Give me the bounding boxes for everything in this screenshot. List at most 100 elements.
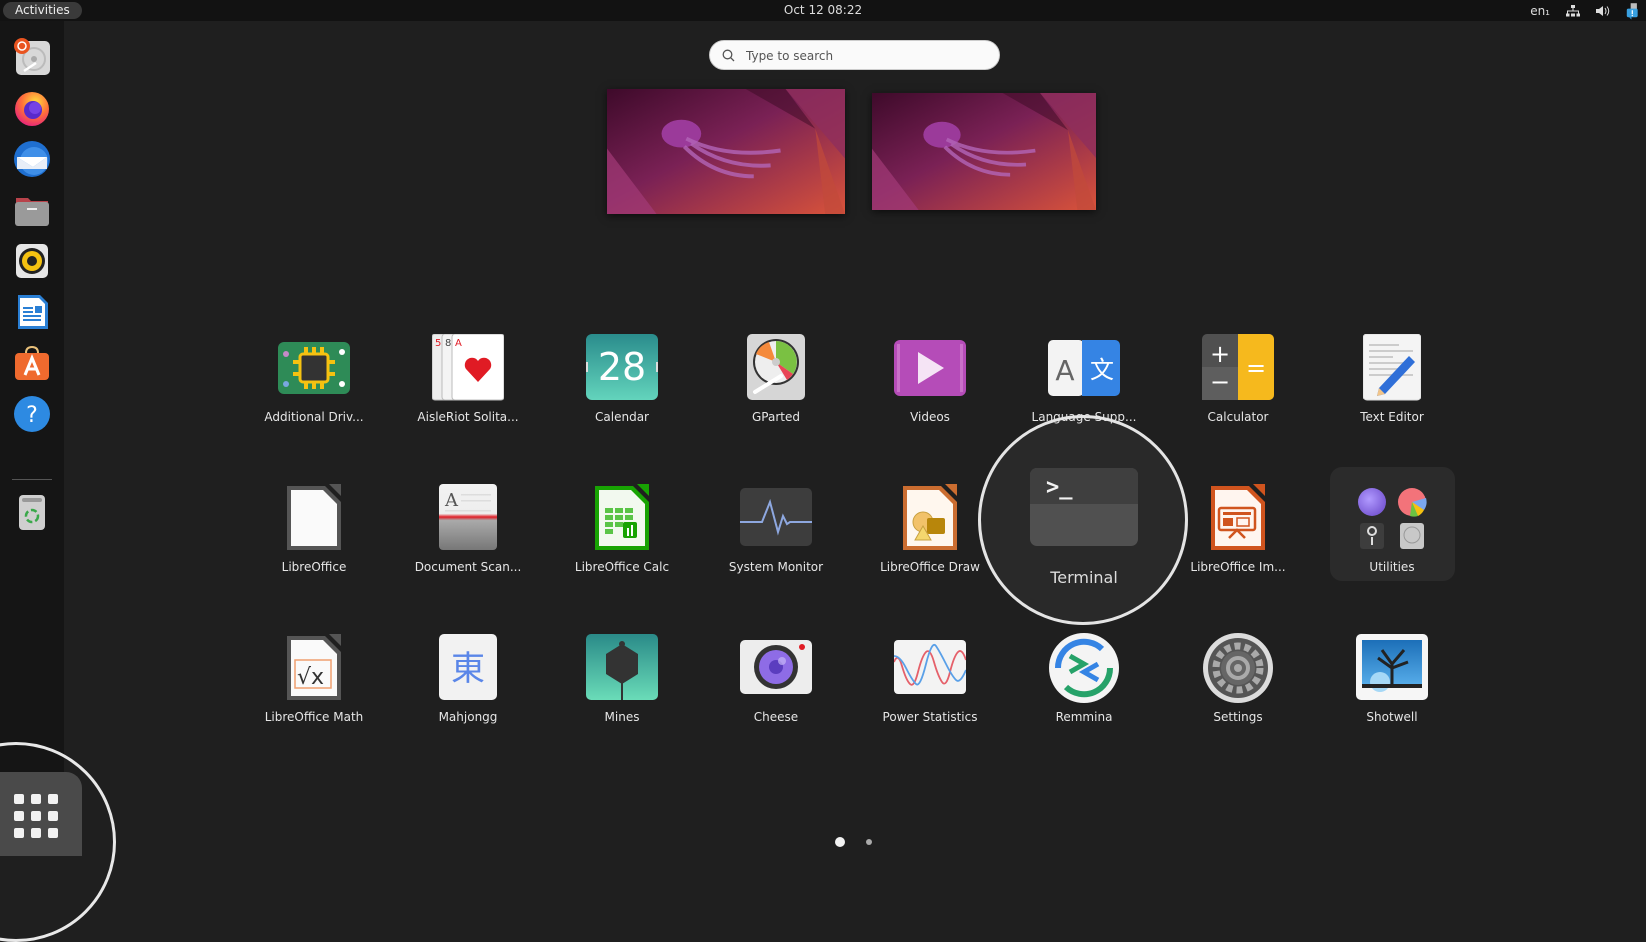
dock-item-firefox[interactable]: [11, 87, 53, 129]
app-calendar[interactable]: 28 Calendar: [552, 324, 692, 428]
app-label: Mahjongg: [438, 710, 498, 724]
svg-text:+: +: [1210, 340, 1230, 368]
svg-text:?: ?: [26, 403, 38, 428]
page-indicator-2[interactable]: [866, 839, 872, 845]
mines-icon: [586, 634, 658, 700]
app-label: Shotwell: [1366, 710, 1418, 724]
svg-text:√x: √x: [297, 665, 324, 690]
show-applications-button[interactable]: [0, 772, 82, 856]
svg-text:A: A: [455, 338, 462, 349]
app-icon-container: [894, 482, 966, 554]
math-icon: √x: [287, 634, 341, 700]
search-input[interactable]: [744, 41, 988, 71]
dock-item-installer[interactable]: [11, 36, 53, 78]
app-label: AisleRiot Solita...: [417, 410, 519, 424]
app-label: GParted: [752, 410, 800, 424]
software-icon: [15, 345, 49, 380]
volume-icon[interactable]: [1596, 4, 1610, 18]
app-icon-container: [740, 332, 812, 404]
gparted-icon: [747, 334, 805, 400]
app-system-monitor[interactable]: System Monitor: [706, 474, 846, 578]
app-remmina[interactable]: Remmina: [1014, 624, 1154, 728]
mahjongg-icon: 東: [439, 634, 497, 700]
clock-area: Oct 12 08:22: [0, 0, 1646, 20]
app-label: LibreOffice Math: [264, 710, 364, 724]
app-settings[interactable]: Settings: [1168, 624, 1308, 728]
app-icon-container: [278, 332, 350, 404]
app-power-statistics[interactable]: Power Statistics: [860, 624, 1000, 728]
dock-item-files[interactable]: [11, 189, 53, 231]
network-icon[interactable]: [1566, 4, 1580, 18]
wallpaper-jellyfish-icon: [607, 89, 845, 214]
dock-item-trash[interactable]: [11, 491, 53, 533]
search-box[interactable]: [709, 40, 1000, 71]
dock-item-help[interactable]: ?: [11, 393, 53, 435]
remmina-icon: [1049, 633, 1119, 703]
app-icon-container: A文: [1048, 332, 1120, 404]
page-indicator-1[interactable]: [835, 837, 845, 847]
app-icon-container: >_: [1029, 468, 1139, 548]
help-icon: ?: [14, 396, 50, 432]
app-label: Text Editor: [1360, 410, 1424, 424]
app-icon-container: [740, 632, 812, 704]
app-libreoffice-math[interactable]: √x LibreOffice Math: [244, 624, 384, 728]
chip-icon: [278, 342, 350, 394]
app-icon-container: √x: [278, 632, 350, 704]
app-label: LibreOffice Calc: [574, 560, 670, 574]
system-tray[interactable]: en₁: [1530, 0, 1640, 21]
workspace-thumbnail-1[interactable]: [607, 89, 845, 214]
scanner-icon: A: [439, 484, 497, 550]
app-terminal[interactable]: >_ Terminal: [1014, 460, 1154, 587]
keyboard-layout-indicator[interactable]: en₁: [1530, 4, 1550, 18]
libreoffice-icon: [287, 484, 341, 550]
app-libreoffice-calc[interactable]: LibreOffice Calc: [552, 474, 692, 578]
app-text-editor[interactable]: Text Editor: [1322, 324, 1462, 428]
activities-button[interactable]: Activities: [3, 2, 82, 19]
app-libreoffice-draw[interactable]: LibreOffice Draw: [860, 474, 1000, 578]
trash-icon: [19, 495, 45, 530]
app-icon-container: A: [432, 482, 504, 554]
app-mines[interactable]: Mines: [552, 624, 692, 728]
svg-text:=: =: [1246, 354, 1266, 382]
system-monitor-icon: [740, 488, 812, 546]
svg-text:8: 8: [445, 338, 451, 349]
videos-icon: [894, 340, 966, 396]
app-language-support[interactable]: A文 Language Supp...: [1014, 324, 1154, 428]
svg-text:5: 5: [435, 338, 441, 349]
clock[interactable]: Oct 12 08:22: [784, 3, 862, 17]
app-label: Settings: [1213, 710, 1263, 724]
app-label: Power Statistics: [882, 710, 978, 724]
svg-text:東: 東: [451, 649, 485, 689]
app-videos[interactable]: Videos: [860, 324, 1000, 428]
notification-icon[interactable]: [1626, 2, 1640, 20]
app-folder-utilities[interactable]: Utilities: [1322, 474, 1462, 578]
dock-item-software[interactable]: [11, 342, 53, 384]
dock-item-rhythmbox[interactable]: [11, 240, 53, 282]
app-aisleriot[interactable]: 58A AisleRiot Solita...: [398, 324, 538, 428]
app-label: LibreOffice Im...: [1190, 560, 1286, 574]
app-shotwell[interactable]: Shotwell: [1322, 624, 1462, 728]
app-calculator[interactable]: + − = Calculator: [1168, 324, 1308, 428]
app-mahjongg[interactable]: 東 Mahjongg: [398, 624, 538, 728]
app-cheese[interactable]: Cheese: [706, 624, 846, 728]
app-icon-container: [894, 632, 966, 704]
workspace-thumbnail-2[interactable]: [872, 93, 1096, 210]
app-additional-drivers[interactable]: Additional Driv...: [244, 324, 384, 428]
app-gparted[interactable]: GParted: [706, 324, 846, 428]
app-icon-container: 58A: [432, 332, 504, 404]
impress-icon: [1211, 484, 1265, 550]
dock-item-thunderbird[interactable]: [11, 138, 53, 180]
dock-item-writer[interactable]: [11, 291, 53, 333]
installer-icon: [14, 38, 50, 75]
dock-separator: [12, 479, 52, 480]
app-label: LibreOffice: [281, 560, 347, 574]
app-label: System Monitor: [728, 560, 824, 574]
app-document-scanner[interactable]: A Document Scan...: [398, 474, 538, 578]
app-icon-container: [1356, 482, 1428, 554]
folder-icon: [1358, 488, 1427, 549]
app-libreoffice-impress[interactable]: LibreOffice Im...: [1168, 474, 1308, 578]
app-icon-container: 東: [432, 632, 504, 704]
app-label: Mines: [604, 710, 640, 724]
app-libreoffice[interactable]: LibreOffice: [244, 474, 384, 578]
app-label: Calendar: [595, 410, 649, 424]
